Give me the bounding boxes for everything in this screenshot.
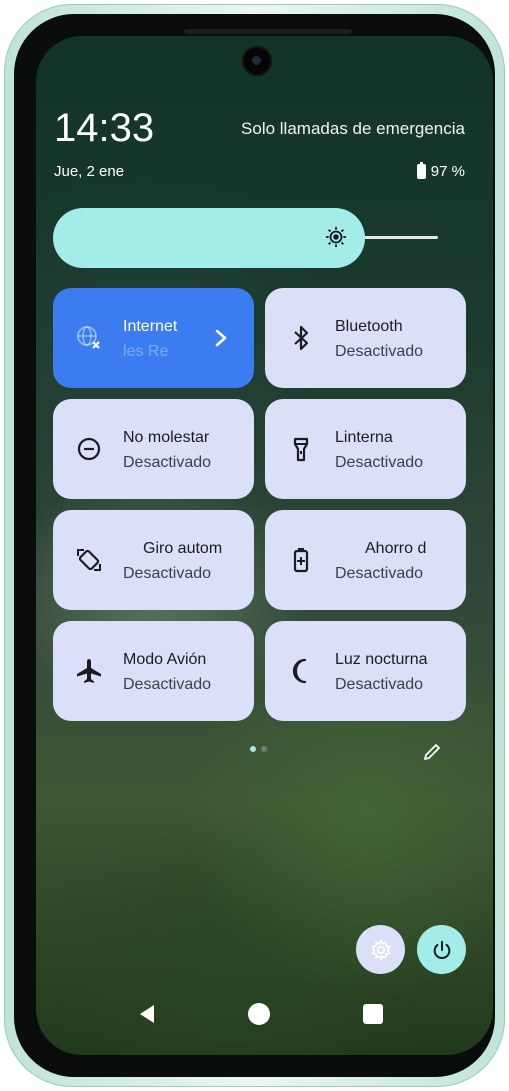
nav-back-button[interactable]: [136, 1003, 158, 1025]
tile-subtitle: Desactivado: [335, 565, 424, 582]
network-status: Solo llamadas de emergencia: [241, 119, 465, 138]
tile-bluetooth[interactable]: Bluetooth Desactivado: [265, 288, 466, 388]
brightness-slider-track[interactable]: [360, 236, 438, 239]
airplane-icon: [77, 659, 101, 683]
battery-indicator: 97 %: [416, 162, 465, 180]
globe-off-icon: [77, 326, 100, 349]
chevron-right-icon[interactable]: [211, 326, 231, 350]
nav-home-button[interactable]: [248, 1003, 270, 1025]
page-dot: [261, 746, 267, 752]
tile-do-not-disturb[interactable]: No molestar Desactivado: [53, 399, 254, 499]
battery-icon: [416, 162, 426, 179]
battery-percent: 97 %: [430, 163, 465, 180]
page-dot-active: [250, 746, 256, 752]
power-icon: [433, 940, 450, 959]
tile-title: Linterna: [335, 429, 393, 446]
do-not-disturb-icon: [77, 437, 101, 461]
tile-subtitle: Desactivado: [335, 343, 424, 360]
settings-button[interactable]: [356, 925, 405, 974]
auto-rotate-icon: [77, 549, 101, 571]
brightness-icon: [325, 226, 347, 248]
tile-subtitle: Desactivado: [123, 676, 212, 693]
tile-title: Luz nocturna: [335, 651, 428, 668]
status-date: Jue, 2 ene: [54, 163, 125, 180]
front-camera: [244, 48, 270, 74]
tile-title: Bluetooth: [335, 318, 403, 335]
tile-flashlight[interactable]: Linterna Desactivado: [265, 399, 466, 499]
tile-title: Modo Avión: [123, 651, 207, 668]
tile-subtitle: Desactivado: [335, 454, 424, 471]
bluetooth-icon: [294, 325, 309, 351]
gear-icon: [370, 938, 391, 961]
tile-title: No molestar: [123, 429, 210, 446]
page-indicator: [250, 746, 267, 752]
power-button[interactable]: [417, 925, 466, 974]
flashlight-icon: [293, 437, 309, 462]
status-clock: 14:33: [54, 106, 155, 150]
tile-auto-rotate[interactable]: Giro autom Desactivado: [53, 510, 254, 610]
tile-subtitle: Desactivado: [123, 454, 212, 471]
tile-subtitle: Desactivado: [335, 676, 424, 693]
edit-pencil-icon[interactable]: [421, 741, 443, 763]
nav-recents-button[interactable]: [363, 1004, 383, 1024]
night-light-icon: [292, 658, 307, 684]
tile-airplane-mode[interactable]: Modo Avión Desactivado: [53, 621, 254, 721]
earpiece-speaker: [184, 29, 352, 34]
tile-title: Giro autom: [143, 540, 223, 557]
tile-subtitle: les Re: [123, 343, 169, 360]
brightness-slider[interactable]: [53, 208, 365, 268]
tile-title: Internet: [123, 318, 178, 335]
tile-subtitle: Desactivado: [123, 565, 212, 582]
tile-title: Ahorro d: [365, 540, 427, 557]
tile-night-light[interactable]: Luz nocturna Desactivado: [265, 621, 466, 721]
tile-battery-saver[interactable]: Ahorro d Desactivado: [265, 510, 466, 610]
battery-saver-icon: [293, 548, 309, 573]
tile-internet[interactable]: Internet les Re: [53, 288, 254, 388]
